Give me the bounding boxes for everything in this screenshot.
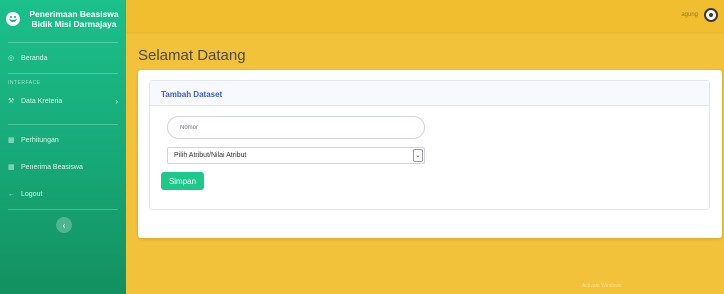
sidebar-item-label: Perhitungan <box>21 136 59 144</box>
sidebar-divider <box>8 73 118 74</box>
sidebar-item-label: Penerima Beasiswa <box>21 163 83 171</box>
simpan-button[interactable]: Simpan <box>161 172 204 190</box>
sidebar-item-label: Beranda <box>21 54 48 62</box>
sidebar-divider <box>8 124 118 125</box>
table-icon: ▦ <box>8 137 15 144</box>
sidebar-item-beranda[interactable]: ◎ Beranda <box>0 47 126 69</box>
sidebar-item-label: Logout <box>21 190 43 198</box>
dataset-card: Tambah Dataset Pilih Atribut/Nilai Atrib… <box>149 80 710 210</box>
atribut-select[interactable]: Pilih Atribut/Nilai Atribut ⌄ <box>167 147 425 164</box>
atribut-select-value: Pilih Atribut/Nilai Atribut <box>174 152 247 159</box>
footer-text: Activate Windows <box>582 283 622 289</box>
sidebar-heading: INTERFACE <box>8 80 41 86</box>
wrench-icon: ⚒ <box>8 98 15 105</box>
sidebar-item-data-kreteria[interactable]: ⚒ Data Kreteria › <box>0 90 126 112</box>
user-avatar-icon[interactable] <box>704 8 718 22</box>
sidebar-divider <box>8 209 118 210</box>
arrow-left-icon: ← <box>8 190 15 198</box>
card-title: Tambah Dataset <box>150 81 709 106</box>
chevron-left-icon: ‹ <box>62 220 66 230</box>
sidebar-divider <box>8 42 118 43</box>
sidebar-item-label: Data Kreteria <box>21 97 63 105</box>
topbar: agung <box>126 0 724 32</box>
smile-icon <box>6 12 20 26</box>
sidebar-item-perhitungan[interactable]: ▦ Perhitungan <box>0 129 126 151</box>
nomor-input[interactable] <box>167 116 425 139</box>
sidebar-item-penerima-beasiswa[interactable]: ▦ Penerima Beasiswa <box>0 156 126 178</box>
sidebar-item-logout[interactable]: ← Logout <box>0 183 126 205</box>
table-icon: ▦ <box>8 164 15 171</box>
sidebar-toggle-button[interactable]: ‹ <box>56 217 72 233</box>
page-title: Selamat Datang <box>138 47 246 64</box>
chevron-down-icon: ⌄ <box>413 149 423 162</box>
chevron-right-icon: › <box>115 96 118 106</box>
sidebar-brand[interactable]: Penerimaan Beasiswa Bidik Misi Darmajaya <box>0 0 126 38</box>
dashboard-icon: ◎ <box>8 55 15 62</box>
sidebar: Penerimaan Beasiswa Bidik Misi Darmajaya… <box>0 0 126 294</box>
user-name[interactable]: agung <box>681 12 698 18</box>
brand-title: Penerimaan Beasiswa Bidik Misi Darmajaya <box>29 9 119 29</box>
